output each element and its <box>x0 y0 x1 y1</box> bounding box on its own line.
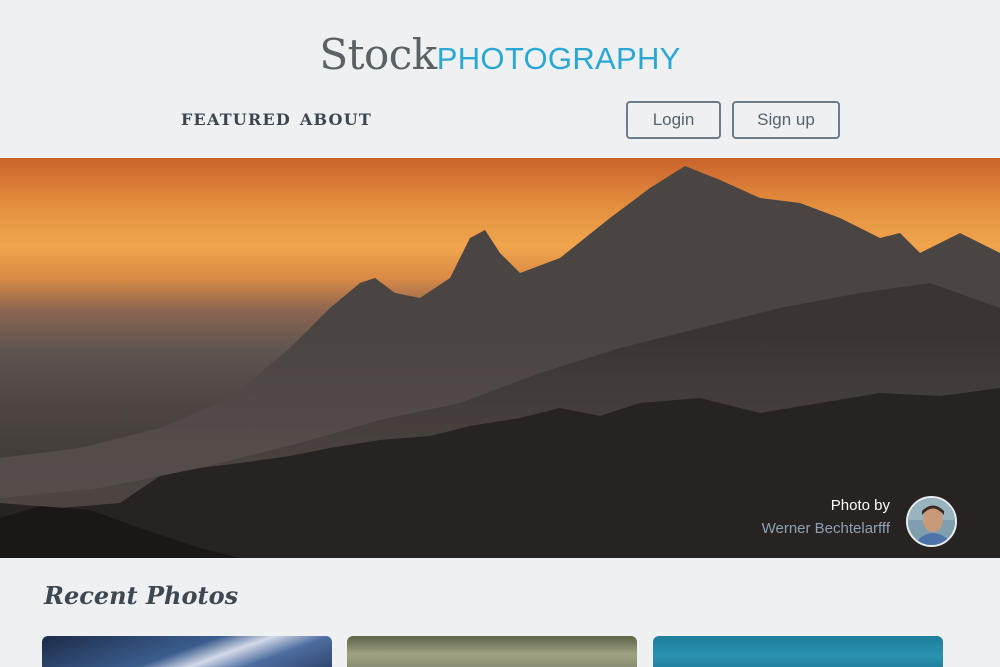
login-button[interactable]: Login <box>626 101 721 139</box>
main-nav: FEATURED ABOUT <box>181 110 372 129</box>
photographer-name-link[interactable]: Werner Bechtelarfff <box>762 520 890 537</box>
logo-primary-text: Stock <box>319 30 437 79</box>
signup-button[interactable]: Sign up <box>732 101 840 139</box>
recent-photo-thumbnail[interactable] <box>347 636 637 667</box>
recent-photo-thumbnail[interactable] <box>42 636 332 667</box>
site-logo[interactable]: StockPHOTOGRAPHY <box>0 30 1000 79</box>
recent-photo-thumbnail[interactable] <box>653 636 943 667</box>
photographer-avatar[interactable] <box>906 496 957 547</box>
avatar-person-icon <box>908 498 955 545</box>
nav-item-about[interactable]: ABOUT <box>300 110 372 129</box>
logo-secondary-text: PHOTOGRAPHY <box>436 41 681 76</box>
nav-item-featured[interactable]: FEATURED <box>181 110 291 129</box>
photo-credit: Photo by Werner Bechtelarfff <box>762 497 890 537</box>
recent-photos-title: Recent Photos <box>44 581 239 610</box>
hero-image: Photo by Werner Bechtelarfff <box>0 158 1000 558</box>
credit-label: Photo by <box>830 497 890 514</box>
